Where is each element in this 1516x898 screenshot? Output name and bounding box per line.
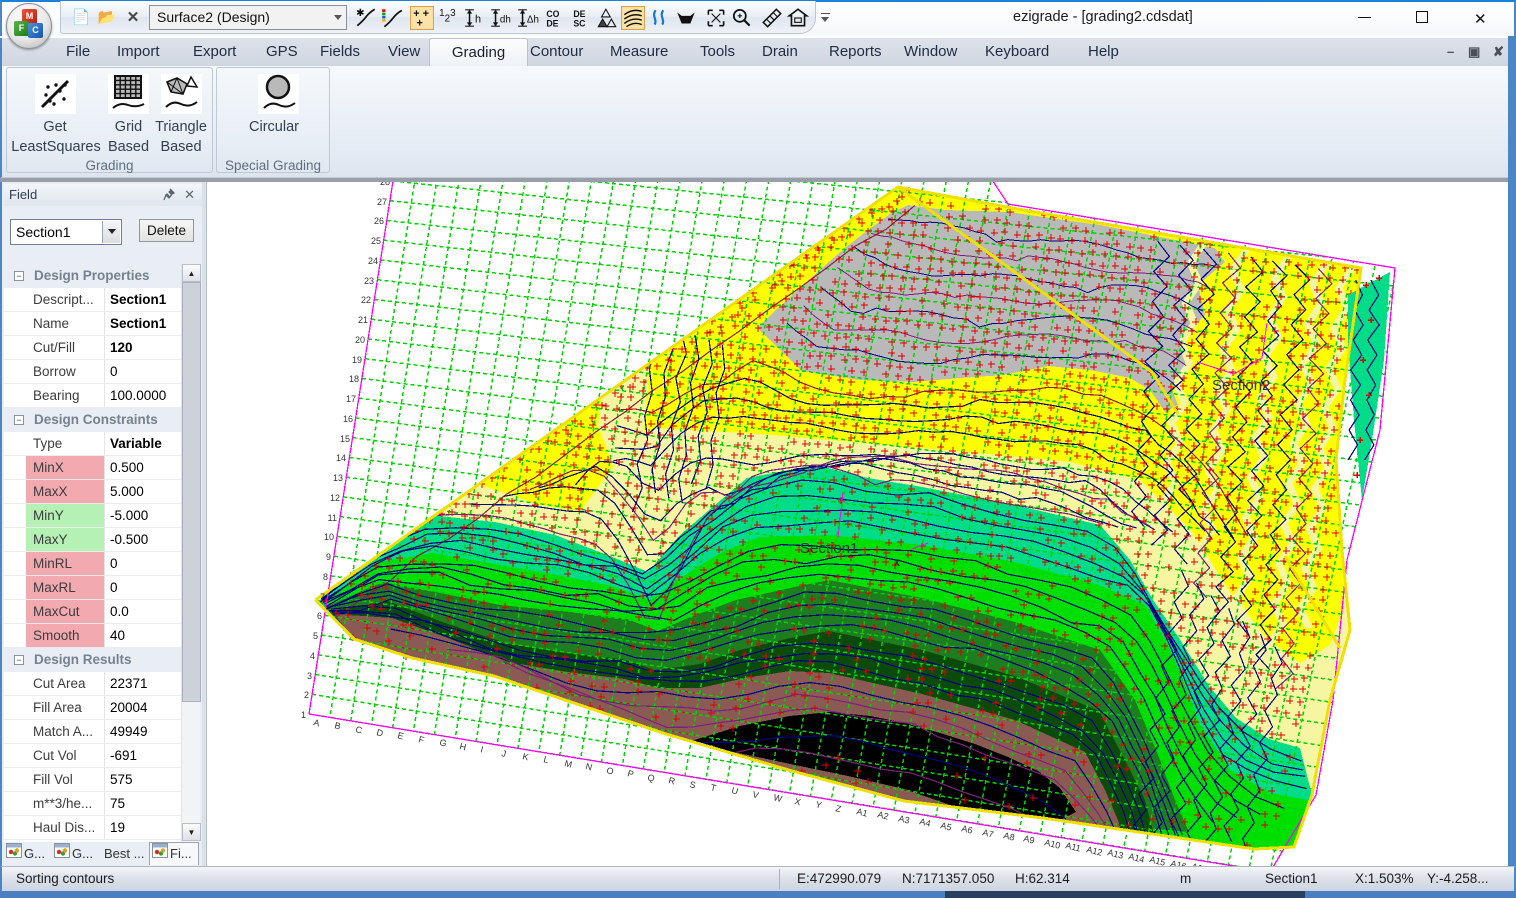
svg-text:D: D bbox=[376, 727, 385, 738]
svg-text:A9: A9 bbox=[1023, 833, 1036, 845]
svg-text:O: O bbox=[606, 765, 615, 776]
svg-text:A14: A14 bbox=[1128, 851, 1146, 865]
svg-text:B: B bbox=[334, 720, 342, 731]
svg-text:10: 10 bbox=[324, 532, 334, 542]
svg-text:25: 25 bbox=[371, 236, 381, 246]
svg-text:F: F bbox=[418, 734, 426, 745]
svg-text:A2: A2 bbox=[877, 809, 890, 821]
svg-text:13: 13 bbox=[333, 473, 343, 483]
svg-text:8: 8 bbox=[323, 572, 328, 582]
svg-text:12: 12 bbox=[330, 493, 340, 503]
svg-text:19: 19 bbox=[352, 355, 362, 365]
svg-text:5: 5 bbox=[313, 631, 318, 641]
svg-text:Section2: Section2 bbox=[1212, 377, 1270, 394]
svg-text:17: 17 bbox=[346, 394, 356, 404]
svg-text:24: 24 bbox=[368, 256, 378, 266]
svg-text:A15: A15 bbox=[1149, 854, 1167, 866]
svg-text:A5: A5 bbox=[940, 820, 953, 832]
svg-text:A6: A6 bbox=[961, 823, 974, 835]
svg-text:28: 28 bbox=[380, 182, 390, 187]
svg-text:N: N bbox=[585, 761, 594, 772]
svg-text:CO: CO bbox=[546, 9, 559, 19]
svg-text:R: R bbox=[668, 775, 677, 786]
svg-text:DE: DE bbox=[573, 9, 585, 19]
svg-text:Section1: Section1 bbox=[800, 540, 858, 557]
svg-text:A11: A11 bbox=[1065, 840, 1082, 853]
svg-text:Δh: Δh bbox=[527, 14, 539, 25]
svg-text:15: 15 bbox=[340, 434, 350, 444]
svg-text:23: 23 bbox=[364, 276, 374, 286]
svg-text:T: T bbox=[710, 782, 718, 793]
svg-text:A3: A3 bbox=[898, 813, 911, 825]
svg-text:DE: DE bbox=[546, 19, 558, 29]
svg-text:4: 4 bbox=[310, 651, 315, 661]
svg-text:dh: dh bbox=[500, 14, 511, 25]
svg-text:L: L bbox=[543, 754, 550, 765]
svg-text:C: C bbox=[355, 724, 364, 735]
svg-text:K: K bbox=[522, 751, 530, 762]
svg-text:A1: A1 bbox=[856, 806, 869, 818]
svg-text:G: G bbox=[439, 737, 448, 748]
svg-text:21: 21 bbox=[358, 315, 368, 325]
svg-text:X: X bbox=[794, 796, 802, 807]
svg-text:A16: A16 bbox=[1170, 858, 1188, 866]
svg-text:A8: A8 bbox=[1003, 830, 1016, 842]
svg-text:27: 27 bbox=[377, 197, 387, 207]
svg-text:P: P bbox=[627, 768, 635, 779]
svg-text:W: W bbox=[773, 792, 784, 804]
svg-text:1: 1 bbox=[301, 710, 306, 720]
svg-text:Q: Q bbox=[647, 772, 656, 783]
svg-text:h: h bbox=[475, 13, 481, 25]
svg-text:S: S bbox=[689, 779, 697, 790]
svg-text:20: 20 bbox=[355, 335, 365, 345]
svg-text:11: 11 bbox=[328, 513, 337, 523]
svg-text:x: x bbox=[894, 555, 900, 569]
svg-text:H: H bbox=[459, 741, 468, 752]
svg-text:26: 26 bbox=[374, 216, 384, 226]
svg-text:J: J bbox=[501, 748, 508, 759]
svg-text:M: M bbox=[564, 758, 574, 770]
svg-text:A4: A4 bbox=[919, 816, 932, 828]
svg-text:16: 16 bbox=[343, 414, 353, 424]
svg-text:9: 9 bbox=[326, 552, 331, 562]
svg-text:U: U bbox=[731, 785, 740, 796]
svg-text:A13: A13 bbox=[1107, 847, 1125, 861]
svg-text:A: A bbox=[313, 717, 321, 728]
svg-text:+: + bbox=[417, 18, 423, 30]
svg-text:7: 7 bbox=[320, 592, 325, 602]
svg-text:22: 22 bbox=[361, 295, 371, 305]
svg-text:A12: A12 bbox=[1086, 844, 1104, 858]
svg-text:3: 3 bbox=[307, 671, 312, 681]
svg-text:A10: A10 bbox=[1044, 837, 1062, 851]
svg-text:Y: Y bbox=[815, 799, 823, 810]
svg-text:✱: ✱ bbox=[356, 8, 364, 19]
svg-text:3: 3 bbox=[450, 8, 456, 19]
svg-text:A7: A7 bbox=[982, 827, 995, 839]
svg-text:I: I bbox=[480, 744, 485, 754]
svg-text:18: 18 bbox=[349, 374, 359, 384]
svg-text:2: 2 bbox=[304, 690, 309, 700]
svg-text:SC: SC bbox=[573, 19, 586, 29]
svg-text:E: E bbox=[397, 730, 405, 741]
svg-text:V: V bbox=[752, 789, 760, 800]
svg-text:Z: Z bbox=[835, 803, 843, 814]
svg-text:6: 6 bbox=[317, 611, 322, 621]
svg-text:14: 14 bbox=[336, 453, 346, 463]
